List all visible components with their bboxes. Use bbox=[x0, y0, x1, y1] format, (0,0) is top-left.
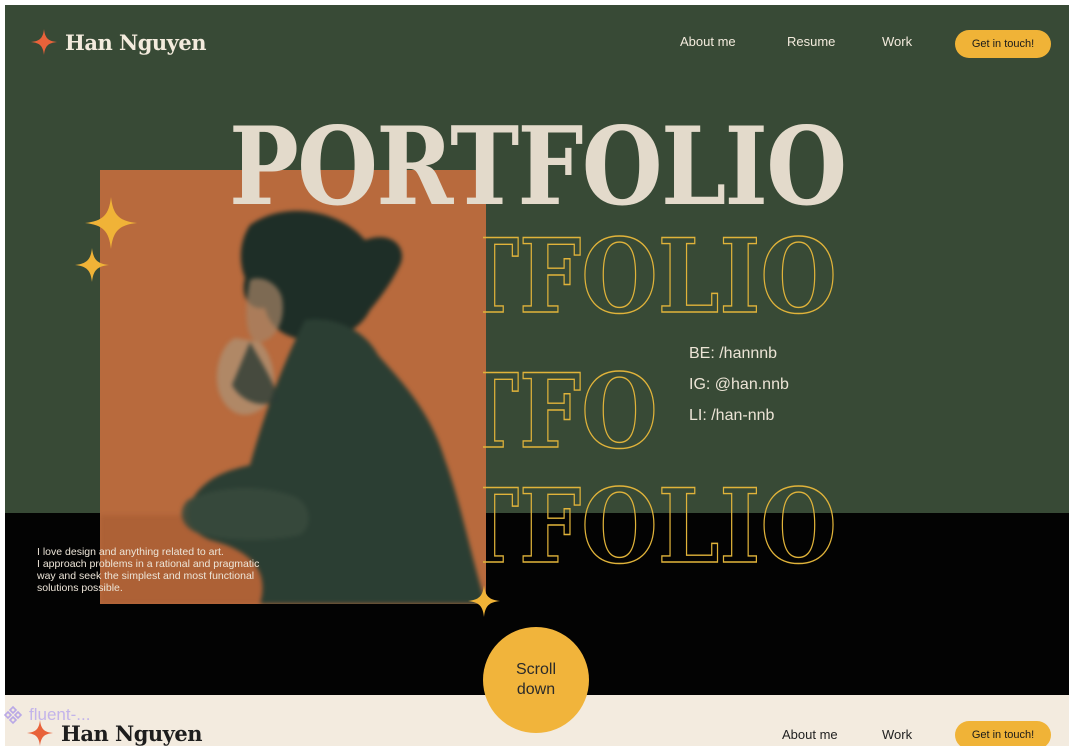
outline-row-1: TFOLIO bbox=[483, 230, 837, 337]
social-linkedin[interactable]: LI: /han-nnb bbox=[689, 407, 774, 425]
brand-logo[interactable]: Han Nguyen bbox=[31, 29, 207, 55]
brand-name: Han Nguyen bbox=[65, 29, 207, 55]
sparkle-icon bbox=[85, 197, 137, 249]
about-line: way and seek the simplest and most funct… bbox=[37, 570, 255, 582]
sparkle-icon bbox=[75, 248, 109, 282]
nav-resume[interactable]: Resume bbox=[787, 34, 835, 49]
scroll-label-line2: down bbox=[516, 681, 556, 698]
about-line: I approach problems in a rational and pr… bbox=[37, 558, 260, 570]
social-instagram[interactable]: IG: @han.nnb bbox=[689, 376, 789, 394]
get-in-touch-button[interactable]: Get in touch! bbox=[955, 30, 1051, 58]
fluent-label: fluent-... bbox=[29, 705, 91, 724]
hero-section: Han Nguyen About me Resume Work Get in t… bbox=[5, 5, 1069, 695]
about-line: I love design and anything related to ar… bbox=[37, 546, 224, 558]
sparkle-icon bbox=[468, 585, 500, 617]
portfolio-title: PORTFOLIO bbox=[229, 104, 847, 230]
nav-work[interactable]: Work bbox=[882, 727, 912, 742]
nav-about-me[interactable]: About me bbox=[680, 34, 736, 49]
person-silhouette bbox=[100, 210, 486, 604]
social-behance[interactable]: BE: /hannnb bbox=[689, 345, 777, 363]
diamond-grid-icon bbox=[3, 705, 23, 725]
scroll-down-button[interactable]: Scroll down bbox=[483, 627, 589, 733]
portrait-photo bbox=[100, 170, 486, 604]
four-point-star-icon bbox=[31, 29, 57, 55]
about-text: I love design and anything related to ar… bbox=[37, 546, 309, 594]
outline-row-3: TFOLIO bbox=[483, 468, 837, 570]
nav-about-me[interactable]: About me bbox=[782, 727, 838, 742]
get-in-touch-button[interactable]: Get in touch! bbox=[955, 721, 1051, 746]
outline-row-2: TFO bbox=[483, 353, 658, 472]
fluent-overlay-tag[interactable]: fluent-... bbox=[3, 705, 90, 725]
scroll-label-line1: Scroll bbox=[515, 661, 556, 678]
nav-work[interactable]: Work bbox=[882, 34, 912, 49]
outline-portfolio-echo: TFOLIO TFO TFOLIO bbox=[483, 230, 837, 570]
about-line: solutions possible. bbox=[37, 582, 123, 594]
